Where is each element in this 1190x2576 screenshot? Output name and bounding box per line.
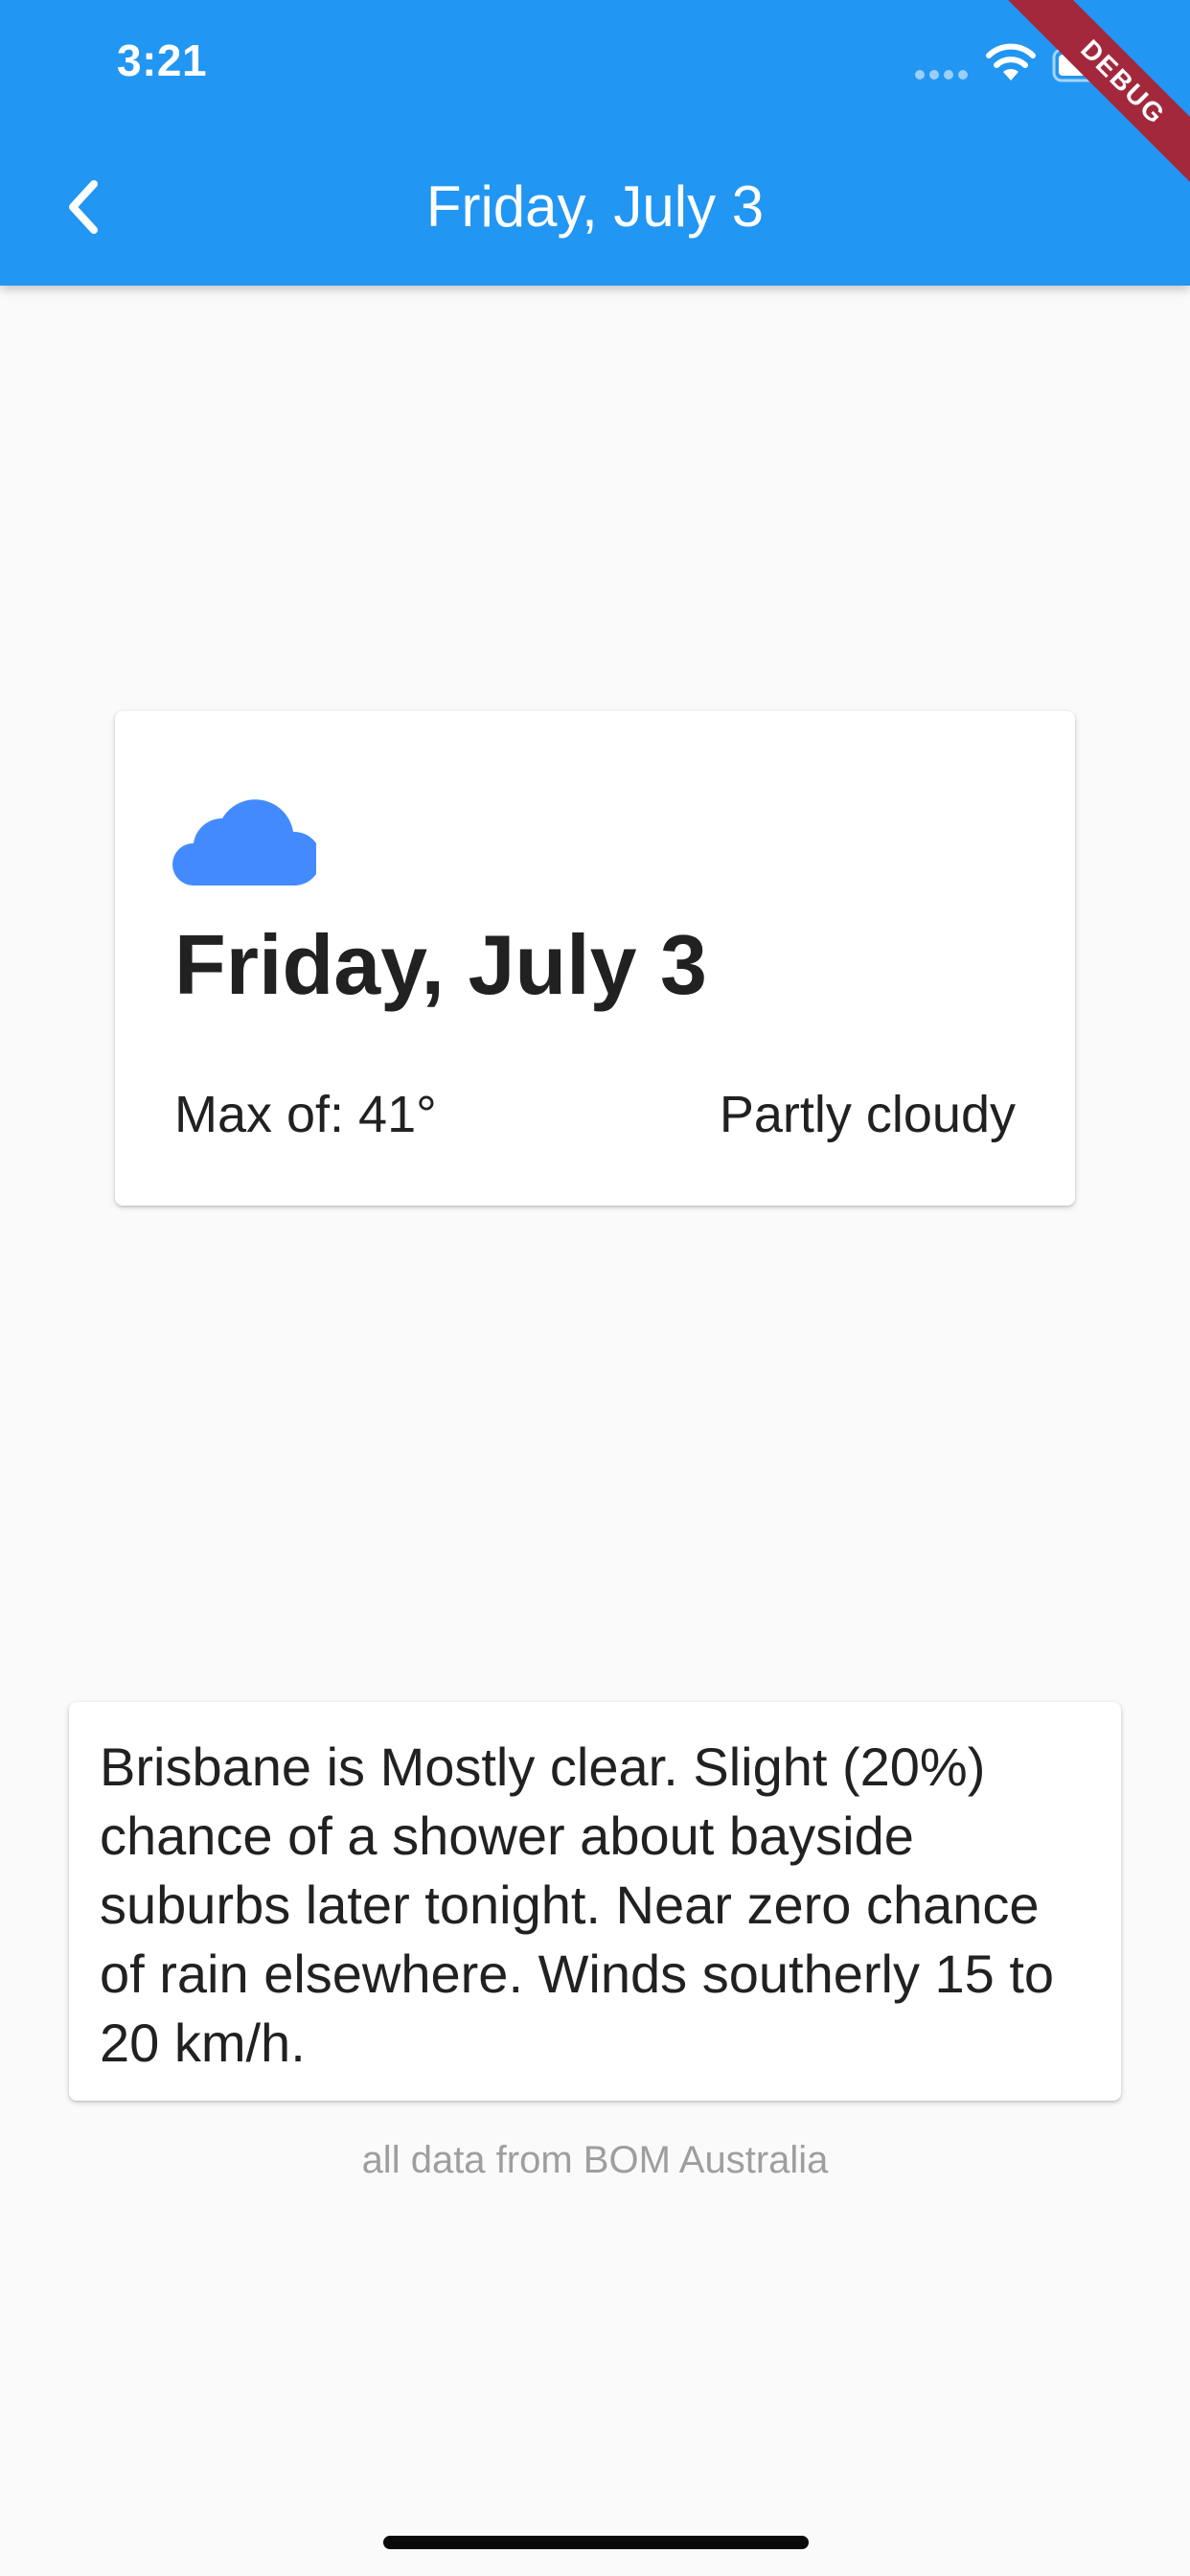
debug-banner: DEBUG [1004, 0, 1190, 201]
forecast-description: Brisbane is Mostly clear. Slight (20%) c… [100, 1736, 1055, 2073]
page-title: Friday, July 3 [425, 174, 765, 239]
cellular-signal-icon [915, 70, 969, 80]
app-bar: 3:21 Friday, July 3 DEBUG [0, 0, 1190, 286]
status-time: 3:21 [117, 35, 208, 85]
max-temperature: Max of: 41° [174, 1086, 437, 1143]
chevron-left-icon [69, 180, 98, 234]
wifi-icon [986, 43, 1036, 80]
forecast-date: Friday, July 3 [174, 917, 707, 1012]
cloud-icon [172, 799, 316, 886]
weather-condition: Partly cloudy [719, 1086, 1016, 1143]
data-source-note: all data from BOM Australia [361, 2139, 829, 2181]
back-button[interactable] [50, 171, 115, 243]
weather-summary-card: Friday, July 3 Max of: 41° Partly cloudy [115, 711, 1075, 1206]
forecast-details-card: Brisbane is Mostly clear. Slight (20%) c… [69, 1702, 1121, 2101]
home-indicator[interactable] [383, 2536, 809, 2549]
